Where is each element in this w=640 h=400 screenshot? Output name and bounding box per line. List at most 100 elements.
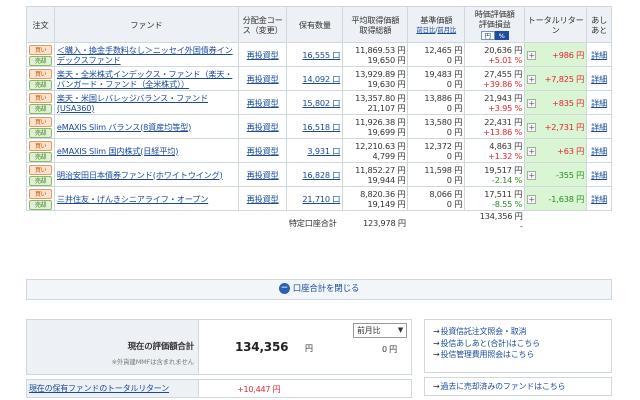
sell-button[interactable]: 売却 <box>29 79 52 90</box>
fund-row: 買い売却 eMAXIS Slim 国内株式(日経平均) 再投資型 3,931 口 12,… <box>26 138 612 163</box>
sell-button[interactable]: 売却 <box>29 199 52 210</box>
summary-note: ※外貨建MMFは含まれません <box>111 358 195 366</box>
sell-button[interactable]: 売却 <box>29 55 52 66</box>
avg-price-cell: 11,852.27 円 19,944 円 <box>342 162 409 187</box>
unit-yen-toggle[interactable]: 円 <box>480 31 495 40</box>
course-link[interactable]: 再投資型 <box>237 114 288 139</box>
course-link[interactable]: 再投資型 <box>237 186 288 211</box>
course-link[interactable]: 再投資型 <box>237 162 288 187</box>
subtotal-label: 特定口座合計 <box>288 217 337 228</box>
fund-row: 買い売却 ＜購入・換金手数料なし＞ニッセイ外国債券インデックスファンド 再投資型 16… <box>26 42 612 67</box>
sell-button[interactable]: 売却 <box>29 151 52 162</box>
unit-pct-toggle[interactable]: % <box>494 31 509 40</box>
avg-price-cell: 13,357.80 円 21,107 円 <box>342 90 409 115</box>
detail-link[interactable]: 詳細 <box>586 42 612 67</box>
course-link[interactable]: 再投資型 <box>237 90 288 115</box>
fund-name-link[interactable]: eMAXIS Slim バランス(8資産均等型) <box>53 114 239 139</box>
quantity-link[interactable]: 14,092 口 <box>286 66 344 91</box>
col-header-avg-price: 平均取得価額 取得総額 <box>342 6 409 43</box>
total-return-cell: + +2,731 円 <box>524 114 588 139</box>
sell-button[interactable]: 売却 <box>29 103 52 114</box>
minus-circle-icon: − <box>278 283 290 294</box>
buy-button[interactable]: 買い <box>29 116 52 127</box>
comparison-select[interactable]: 前月比 ▼ <box>353 323 407 338</box>
unit-toggle: 円% <box>480 30 509 40</box>
sort-prev-day-link[interactable]: 前日比 <box>416 26 435 34</box>
buy-button[interactable]: 買い <box>29 68 52 79</box>
col-header-valuation: 時価評価額 評価損益 円% <box>464 6 526 43</box>
expand-plus-icon[interactable]: + <box>527 50 537 60</box>
quantity-link[interactable]: 16,555 口 <box>286 42 344 67</box>
total-return-cell: + +7,825 円 <box>524 66 588 91</box>
link-order-inquiry[interactable]: →投資信託注文照会・取消 <box>433 326 611 338</box>
expand-plus-icon[interactable]: + <box>527 122 537 132</box>
detail-link[interactable]: 詳細 <box>586 90 612 115</box>
related-links-panel: →投資信託注文照会・取消 →投信あしあと(合計)はこちら →投信管理費用照会はこ… <box>424 319 612 396</box>
link-management-fees[interactable]: →投信管理費用照会はこちら <box>433 349 611 361</box>
fund-name-link[interactable]: 楽天・全米株式インデックス・ファンド（楽天・バンガード・ファンド（全米株式）） <box>53 66 239 91</box>
fund-holdings-table: 注文 ファンド 分配金コース（変更） 保有数量 平均取得価額 取得総額 基準価額… <box>26 6 612 235</box>
col-header-fund: ファンド <box>53 6 239 43</box>
total-return-cell: + +63 円 <box>524 138 588 163</box>
course-link[interactable]: 再投資型 <box>237 138 288 163</box>
fund-row: 買い売却 三井住友・げんきシニアライフ・オープン 再投資型 21,710 口 8,820… <box>26 186 612 211</box>
total-return-cell: + +835 円 <box>524 90 588 115</box>
fund-name-link[interactable]: 三井住友・げんきシニアライフ・オープン <box>53 186 239 211</box>
detail-link[interactable]: 詳細 <box>586 138 612 163</box>
detail-link[interactable]: 詳細 <box>586 114 612 139</box>
fund-name-link[interactable]: ＜購入・換金手数料なし＞ニッセイ外国債券インデックスファンド <box>53 42 239 67</box>
total-return-cell: + -355 円 <box>524 162 588 187</box>
buy-button[interactable]: 買い <box>29 188 52 199</box>
buy-button[interactable]: 買い <box>29 92 52 103</box>
buy-button[interactable]: 買い <box>29 44 52 55</box>
course-link[interactable]: 再投資型 <box>237 42 288 67</box>
quantity-link[interactable]: 16,518 口 <box>286 114 344 139</box>
expand-plus-icon[interactable]: + <box>527 74 537 84</box>
summary-total-value: 134,356 <box>235 340 289 354</box>
fund-row: 買い売却 明治安田日本債券ファンド(ホワイトウイング) 再投資型 16,828 口 11… <box>26 162 612 187</box>
sell-button[interactable]: 売却 <box>29 127 52 138</box>
detail-link[interactable]: 詳細 <box>586 66 612 91</box>
col-header-memo: あしあと <box>586 6 612 43</box>
summary-label: 現在の評価額合計 <box>127 342 195 352</box>
subtotal-row: 特定口座合計 123,978 円 134,356 円 - <box>27 211 612 235</box>
buy-button[interactable]: 買い <box>29 140 52 151</box>
valuation-cell: 20,636 円 +5.01 % <box>464 42 526 67</box>
base-price-cell: 8,066 円0 円 <box>407 186 466 211</box>
avg-price-cell: 8,820.36 円 19,149 円 <box>342 186 409 211</box>
fund-name-link[interactable]: eMAXIS Slim 国内株式(日経平均) <box>53 138 239 163</box>
expand-plus-icon[interactable]: + <box>527 98 537 108</box>
fund-name-link[interactable]: 楽天・米国レバレッジバランス・ファンド(USA360) <box>53 90 239 115</box>
summary-panel: 現在の評価額合計 ※外貨建MMFは含まれません 134,356 円 前月比 ▼ 0… <box>26 319 412 398</box>
quantity-link[interactable]: 15,802 口 <box>286 90 344 115</box>
base-price-cell: 13,886 円0 円 <box>407 90 466 115</box>
buy-button[interactable]: 買い <box>29 164 52 175</box>
quantity-link[interactable]: 21,710 口 <box>286 186 344 211</box>
sort-prev-month-link[interactable]: 前月比 <box>437 26 456 34</box>
col-header-total-return: トータルリターン <box>524 6 588 43</box>
fund-row: 買い売却 楽天・米国レバレッジバランス・ファンド(USA360) 再投資型 15,80… <box>26 90 612 115</box>
detail-link[interactable]: 詳細 <box>586 162 612 187</box>
course-link[interactable]: 再投資型 <box>237 66 288 91</box>
sell-button[interactable]: 売却 <box>29 175 52 186</box>
valuation-cell: 4,863 円 +1.32 % <box>464 138 526 163</box>
subtotal-value: 134,356 円 - <box>479 211 523 231</box>
avg-price-cell: 13,929.89 円 19,630 円 <box>342 66 409 91</box>
quantity-link[interactable]: 16,828 口 <box>286 162 344 187</box>
link-sold-funds[interactable]: →過去に売却済みのファンドはこちら <box>433 381 611 393</box>
base-price-cell: 13,580 円0 円 <box>407 114 466 139</box>
valuation-cell: 22,431 円 +13.86 % <box>464 114 526 139</box>
detail-link[interactable]: 詳細 <box>586 186 612 211</box>
expand-plus-icon[interactable]: + <box>527 146 537 156</box>
base-price-cell: 19,483 円0 円 <box>407 66 466 91</box>
collapse-account-total-button[interactable]: − 口座合計を閉じる <box>26 279 612 300</box>
expand-plus-icon[interactable]: + <box>527 194 537 204</box>
quantity-link[interactable]: 3,931 口 <box>286 138 344 163</box>
col-header-qty: 保有数量 <box>286 6 344 43</box>
fund-row: 買い売却 eMAXIS Slim バランス(8資産均等型) 再投資型 16,518 口… <box>26 114 612 139</box>
link-footprint-total[interactable]: →投信あしあと(合計)はこちら <box>433 338 611 350</box>
expand-plus-icon[interactable]: + <box>527 170 537 180</box>
arrow-right-icon: → <box>433 327 440 336</box>
total-return-link[interactable]: 現在の保有ファンドのトータルリターン <box>27 380 199 397</box>
fund-name-link[interactable]: 明治安田日本債券ファンド(ホワイトウイング) <box>53 162 239 187</box>
